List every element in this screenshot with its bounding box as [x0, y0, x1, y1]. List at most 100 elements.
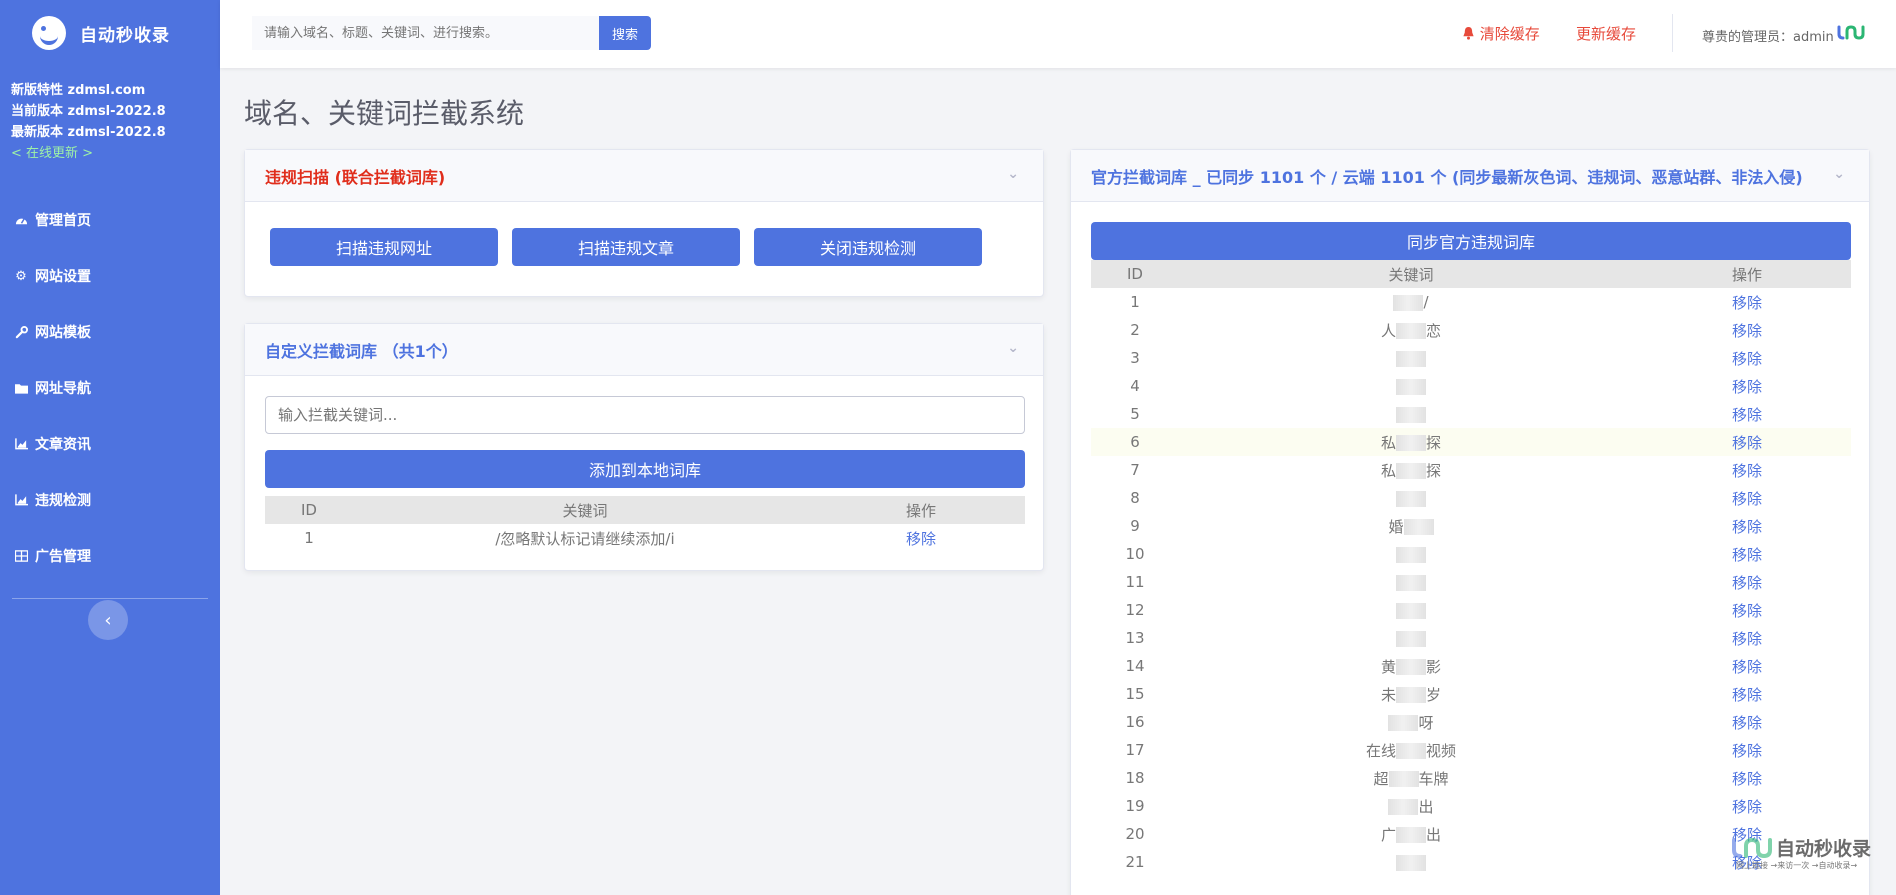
violation-scan-title: 违规扫描 (联合拦截词库) [265, 167, 446, 187]
remove-link[interactable]: 移除 [1643, 428, 1851, 456]
keyword-redaction-mask [1388, 715, 1419, 731]
chevron-down-icon[interactable]: ⌄ [1007, 340, 1019, 356]
remove-link[interactable]: 移除 [1643, 512, 1851, 540]
remove-link[interactable]: 移除 [1643, 680, 1851, 708]
cell-keyword [1179, 344, 1643, 372]
update-cache-link[interactable]: 更新缓存 [1576, 23, 1636, 44]
cell-id: 11 [1125, 573, 1145, 591]
keyword-redaction-mask [1396, 350, 1426, 367]
table-row: 16 呀 移除 [1091, 708, 1851, 736]
keyword-redaction-mask [1396, 546, 1426, 563]
sidebar-item-label: 广告管理 [35, 549, 91, 565]
table-row: 9 婚 移除 [1091, 512, 1851, 540]
brand[interactable]: 自动秒收录 [0, 0, 220, 66]
sidebar-item-ads[interactable]: 广告管理 [0, 528, 220, 584]
sidebar-nav: 管理首页 ⚙ 网站设置 网站模板 网址导航 文章资讯 违规检测 广告管理 [0, 192, 220, 584]
online-update-link[interactable]: < 在线更新 > [11, 143, 220, 164]
sidebar-item-home[interactable]: 管理首页 [0, 192, 220, 248]
keyword-visible-prefix: 在线 [1365, 741, 1396, 760]
close-detection-button[interactable]: 关闭违规检测 [754, 228, 982, 266]
cell-keyword [1179, 848, 1643, 876]
keyword-visible-prefix: 私 [1380, 461, 1396, 480]
search-bar: 搜索 [252, 16, 651, 50]
table-row: 12 移除 [1091, 596, 1851, 624]
official-wordlist-header[interactable]: 官方拦截词库 _ 已同步 1101 个 / 云端 1101 个 (同步最新灰色词… [1071, 150, 1869, 202]
remove-link[interactable]: 移除 [1643, 792, 1851, 820]
keyword-visible-suffix: 出 [1426, 825, 1442, 844]
remove-link[interactable]: 移除 [1643, 764, 1851, 792]
remove-link[interactable]: 移除 [1643, 344, 1851, 372]
sidebar-item-violation-check[interactable]: 违规检测 [0, 472, 220, 528]
search-input[interactable] [252, 16, 599, 50]
official-wordlist-title: 官方拦截词库 _ 已同步 1101 个 / 云端 1101 个 (同步最新灰色词… [1091, 167, 1803, 187]
add-local-wordlist-button[interactable]: 添加到本地词库 [265, 450, 1025, 488]
violation-scan-header[interactable]: 违规扫描 (联合拦截词库) ⌄ [245, 150, 1043, 202]
custom-wordlist-header[interactable]: 自定义拦截词库 （共1个） ⌄ [245, 324, 1043, 376]
remove-link[interactable]: 移除 [1643, 400, 1851, 428]
cell-id: 21 [1125, 853, 1145, 871]
page-title: 域名、关键词拦截系统 [244, 97, 525, 130]
user-avatar-logo-icon[interactable] [1836, 24, 1870, 40]
cell-keyword: 私探 [1179, 428, 1643, 456]
admin-label[interactable]: 尊贵的管理员：admin [1702, 26, 1834, 45]
column-header-id: ID [265, 496, 353, 524]
chevron-down-icon[interactable]: ⌄ [1833, 166, 1845, 182]
cell-id: 4 [1130, 377, 1140, 395]
clear-cache-link[interactable]: 清除缓存 [1462, 23, 1540, 44]
keyword-visible-suffix: / [1423, 293, 1429, 311]
keyword-visible-prefix: 婚 [1388, 517, 1404, 536]
table-header-row: ID 关键词 操作 [265, 496, 1025, 524]
official-wordlist-card: 官方拦截词库 _ 已同步 1101 个 / 云端 1101 个 (同步最新灰色词… [1070, 149, 1870, 895]
scan-articles-button[interactable]: 扫描违规文章 [512, 228, 740, 266]
remove-link[interactable]: 移除 [1643, 456, 1851, 484]
cell-keyword [1179, 484, 1643, 512]
remove-link[interactable]: 移除 [1643, 540, 1851, 568]
keyword-visible-prefix: 黄 [1380, 657, 1396, 676]
dashboard-icon [13, 214, 29, 227]
remove-link[interactable]: 移除 [1643, 484, 1851, 512]
sidebar-item-label: 网址导航 [35, 381, 91, 397]
sidebar-item-site-settings[interactable]: ⚙ 网站设置 [0, 248, 220, 304]
remove-link[interactable]: 移除 [1643, 652, 1851, 680]
keyword-input[interactable] [265, 396, 1025, 434]
column-header-keyword: 关键词 [1179, 260, 1643, 288]
keyword-visible-prefix: 私 [1380, 433, 1396, 452]
bell-icon [1463, 26, 1474, 40]
sidebar-item-label: 网站设置 [35, 269, 91, 285]
custom-wordlist-table: ID 关键词 操作 1 /忽略默认标记请继续添加/i 移除 [265, 496, 1025, 552]
cell-id: 9 [1130, 517, 1140, 535]
custom-wordlist-card: 自定义拦截词库 （共1个） ⌄ 添加到本地词库 ID 关键词 操作 1 /忽略默… [244, 323, 1044, 571]
table-row: 14 黄影移除 [1091, 652, 1851, 680]
table-header-row: ID 关键词 操作 [1091, 260, 1851, 288]
remove-link[interactable]: 移除 [817, 524, 1025, 552]
keyword-redaction-mask [1396, 854, 1426, 871]
keyword-visible-prefix: 广 [1380, 825, 1396, 844]
keyword-redaction-mask [1388, 799, 1419, 815]
sidebar-item-url-nav[interactable]: 网址导航 [0, 360, 220, 416]
chevron-down-icon[interactable]: ⌄ [1007, 166, 1019, 182]
scan-urls-button[interactable]: 扫描违规网址 [270, 228, 498, 266]
cell-id: 18 [1125, 769, 1145, 787]
remove-link[interactable]: 移除 [1643, 372, 1851, 400]
remove-link[interactable]: 移除 [1643, 624, 1851, 652]
remove-link[interactable]: 移除 [1643, 568, 1851, 596]
cell-keyword [1179, 540, 1643, 568]
remove-link[interactable]: 移除 [1643, 736, 1851, 764]
sync-official-wordlist-button[interactable]: 同步官方违规词库 [1091, 222, 1851, 260]
remove-link[interactable]: 移除 [1643, 708, 1851, 736]
cell-keyword: 广出 [1179, 820, 1643, 848]
sidebar-item-site-template[interactable]: 网站模板 [0, 304, 220, 360]
sidebar-item-articles[interactable]: 文章资讯 [0, 416, 220, 472]
remove-link[interactable]: 移除 [1643, 596, 1851, 624]
sidebar-divider [12, 598, 208, 599]
column-header-action: 操作 [1643, 260, 1851, 288]
remove-link[interactable]: 移除 [1643, 316, 1851, 344]
sidebar-collapse-button[interactable]: ‹ [88, 600, 128, 640]
remove-link[interactable]: 移除 [1643, 288, 1851, 316]
sidebar-item-label: 管理首页 [35, 213, 91, 229]
search-button[interactable]: 搜索 [599, 16, 651, 50]
keyword-visible-suffix: 恋 [1426, 321, 1442, 340]
column-header-keyword: 关键词 [353, 496, 817, 524]
table-row: 10 移除 [1091, 540, 1851, 568]
cell-keyword: 出 [1179, 792, 1643, 820]
